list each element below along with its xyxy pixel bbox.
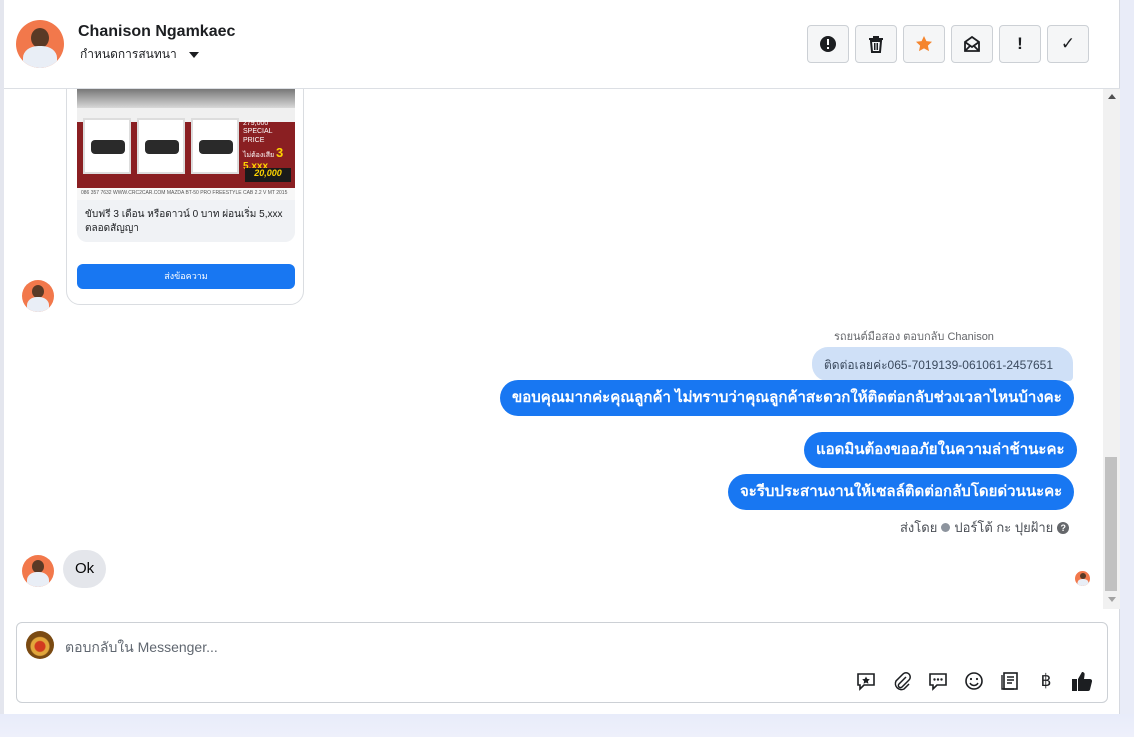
ad-card-message: 279,000 SPECIAL PRICE ไม่ต้องเสีย 3 5,xx… (66, 89, 304, 305)
scroll-up-arrow-icon[interactable] (1108, 94, 1116, 99)
check-icon: ✓ (1060, 34, 1076, 53)
emoji-icon[interactable] (963, 670, 985, 692)
outgoing-message-1[interactable]: ขอบคุณมากค่ะคุณลูกค้า ไม่ทราบว่าคุณลูกค้… (500, 380, 1074, 416)
assign-label: กำหนดการสนทนา (80, 47, 177, 61)
baht-icon[interactable]: ฿ (1035, 670, 1057, 692)
ad-image[interactable]: 279,000 SPECIAL PRICE ไม่ต้องเสีย 3 5,xx… (77, 89, 295, 200)
scrollbar[interactable] (1103, 89, 1120, 609)
attachment-icon[interactable] (891, 670, 913, 692)
price-small: 279,000 SPECIAL PRICE (243, 120, 273, 144)
delete-button[interactable] (855, 25, 897, 63)
envelope-icon (964, 35, 980, 52)
done-button[interactable]: ✓ (1047, 25, 1089, 63)
catalog-icon[interactable] (999, 670, 1021, 692)
spam-button[interactable] (807, 25, 849, 63)
read-receipt-avatar (1075, 571, 1090, 586)
bottom-strip (0, 714, 1134, 737)
thumbnail-2 (137, 118, 185, 174)
thumbnail-1 (83, 118, 131, 174)
truck-photo (77, 89, 295, 108)
assign-conversation-dropdown[interactable]: กำหนดการสนทนา (80, 45, 199, 64)
star-button[interactable] (903, 25, 945, 63)
alert-circle-icon (820, 36, 836, 52)
trash-icon (869, 36, 883, 53)
contact-avatar-small (22, 555, 54, 587)
free-label: ไม่ต้องเสีย (243, 152, 275, 160)
star-icon (916, 36, 932, 52)
down-payment: 20,000 (245, 168, 291, 182)
like-icon[interactable] (1071, 670, 1093, 692)
contact-avatar-small (22, 280, 54, 312)
composer-toolbar: ฿ (855, 670, 1093, 692)
caret-down-icon (188, 51, 199, 58)
page-avatar (26, 631, 54, 659)
mark-unread-button[interactable] (951, 25, 993, 63)
contact-name[interactable]: Chanison Ngamkaec (78, 23, 235, 41)
help-icon[interactable]: ? (1057, 521, 1070, 534)
agent-name[interactable]: ปอร์โต้ กะ ปุยฝ้าย (954, 517, 1053, 538)
send-message-button[interactable]: ส่งข้อความ (77, 264, 295, 289)
chat-bubble-icon[interactable] (927, 670, 949, 692)
sent-by-prefix: ส่งโดย (900, 520, 938, 535)
conversation-panel: Chanison Ngamkaec กำหนดการสนทนา ! ✓ 279,… (4, 0, 1120, 714)
outgoing-message-2[interactable]: แอดมินต้องขออภัยในความล่าช้านะคะ (804, 432, 1077, 468)
agent-icon (941, 523, 951, 532)
incoming-message[interactable]: Ok (63, 550, 107, 588)
image-footer: 086 357 7632 WWW.CRC2CAR.COM MAZDA BT-50… (77, 188, 295, 200)
conversation-header: Chanison Ngamkaec กำหนดการสนทนา ! ✓ (4, 0, 1120, 89)
free-months: 3 (276, 145, 284, 161)
ad-card-text: ขับฟรี 3 เดือน หรือดาวน์ 0 บาท ผ่อนเริ่ม… (77, 200, 295, 242)
quoted-message: ติดต่อเลยค่ะ065-7019139-061061-2457651 (812, 347, 1073, 381)
message-thread[interactable]: 279,000 SPECIAL PRICE ไม่ต้องเสีย 3 5,xx… (4, 89, 1120, 609)
scrollbar-thumb[interactable] (1105, 457, 1117, 591)
contact-avatar[interactable] (16, 20, 64, 68)
saved-reply-icon[interactable] (855, 670, 877, 692)
reply-input[interactable]: ตอบกลับใน Messenger... (65, 637, 218, 659)
header-toolbar: ! ✓ (807, 25, 1089, 63)
follow-up-button[interactable]: ! (999, 25, 1041, 63)
outgoing-message-3[interactable]: จะรีบประสานงานให้เซลล์ติดต่อกลับโดยด่วนน… (728, 474, 1075, 510)
reply-note: รถยนต์มือสอง ตอบกลับ Chanison (834, 331, 994, 343)
reply-composer: ตอบกลับใน Messenger... ฿ (16, 622, 1108, 703)
sent-by-line: ส่งโดย ปอร์โต้ กะ ปุยฝ้าย ? (900, 517, 1070, 538)
thumbnail-3 (191, 118, 239, 174)
exclamation-icon: ! (1017, 34, 1023, 53)
image-price: 279,000 SPECIAL PRICE ไม่ต้องเสีย 3 5,xx… (243, 120, 293, 173)
scroll-down-arrow-icon[interactable] (1108, 597, 1116, 602)
